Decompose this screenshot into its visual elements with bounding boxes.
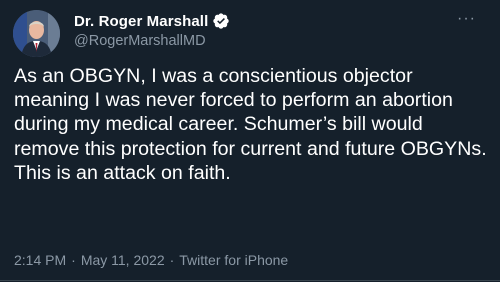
more-options-icon[interactable]: ···: [457, 10, 476, 28]
tweet-source[interactable]: Twitter for iPhone: [179, 252, 288, 268]
separator: ·: [169, 252, 175, 268]
separator: ·: [71, 252, 76, 268]
divider: [0, 280, 500, 281]
profile-photo-icon: [13, 10, 60, 57]
tweet-date[interactable]: May 11, 2022: [81, 252, 165, 268]
author-name-row[interactable]: Dr. Roger Marshall: [74, 11, 230, 31]
tweet-card: Dr. Roger Marshall @RogerMarshallMD ··· …: [0, 0, 500, 282]
avatar[interactable]: [13, 10, 60, 57]
author-handle[interactable]: @RogerMarshallMD: [74, 33, 206, 49]
verified-badge-icon: [212, 12, 230, 30]
display-name[interactable]: Dr. Roger Marshall: [74, 13, 208, 30]
tweet-time[interactable]: 2:14 PM: [14, 252, 66, 268]
tweet-metadata: 2:14 PM · May 11, 2022 · Twitter for iPh…: [14, 252, 288, 268]
tweet-text: As an OBGYN, I was a conscientious objec…: [14, 65, 487, 184]
